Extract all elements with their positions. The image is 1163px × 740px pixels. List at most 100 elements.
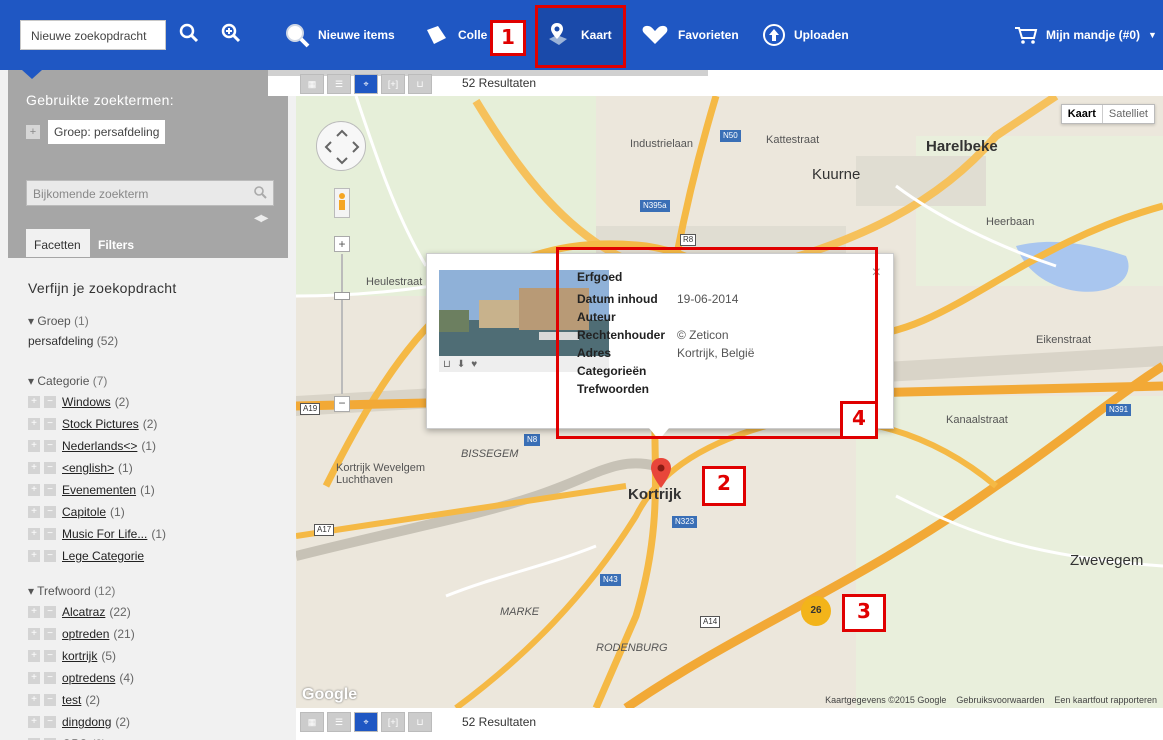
facet-item-count: (21) — [113, 627, 135, 641]
tab-filters[interactable]: Filters — [98, 238, 134, 252]
heart-icon[interactable]: ♥ — [471, 359, 477, 370]
exclude-facet-icon[interactable]: − — [44, 484, 56, 496]
facet-item-link[interactable]: Windows — [62, 395, 111, 409]
nav-collections[interactable]: Colle — [424, 22, 487, 48]
facet-group-count: (12) — [94, 584, 116, 598]
exclude-facet-icon[interactable]: − — [44, 606, 56, 618]
facet-item-link[interactable]: kortrijk — [62, 649, 97, 663]
exclude-facet-icon[interactable]: − — [44, 396, 56, 408]
exclude-facet-icon[interactable]: − — [44, 528, 56, 540]
include-facet-icon[interactable]: + — [28, 716, 40, 728]
facet-group-heading[interactable]: ▾ Trefwoord (12) — [28, 584, 115, 598]
include-facet-icon[interactable]: + — [28, 628, 40, 640]
nav-new-items[interactable]: Nieuwe items — [284, 22, 395, 48]
place-label-rodenburg: RODENBURG — [596, 642, 668, 654]
remove-term-icon[interactable]: + — [26, 125, 40, 139]
facet-item-link[interactable]: Alcatraz — [62, 605, 105, 619]
map-type-satellite-button[interactable]: Satelliet — [1101, 105, 1154, 123]
nav-upload[interactable]: Uploaden — [762, 22, 849, 48]
map-marker-cluster[interactable]: 26 — [801, 596, 831, 626]
include-facet-icon[interactable]: + — [28, 418, 40, 430]
facet-item-link[interactable]: Nederlands<> — [62, 439, 137, 453]
include-facet-icon[interactable]: + — [28, 650, 40, 662]
facet-item-link[interactable]: Music For Life... — [62, 527, 147, 541]
grid-view-icon[interactable]: ▦ — [300, 712, 324, 732]
facet-item-link[interactable]: Stock Pictures — [62, 417, 139, 431]
facet-item: + − Evenementen (1) — [28, 482, 155, 498]
include-facet-icon[interactable]: + — [28, 528, 40, 540]
cart-view-icon[interactable]: ⊔ — [408, 712, 432, 732]
street-label-heulestraat: Heulestraat — [366, 276, 423, 288]
include-facet-icon[interactable]: + — [28, 550, 40, 562]
pan-control[interactable] — [316, 121, 366, 171]
search-input[interactable]: Nieuwe zoekopdracht — [20, 20, 166, 50]
facet-item-link[interactable]: Capitole — [62, 505, 106, 519]
facet-item-link[interactable]: optredens — [62, 671, 115, 685]
street-view-pegman-icon[interactable] — [334, 188, 350, 218]
include-facet-icon[interactable]: + — [28, 440, 40, 452]
exclude-facet-icon[interactable]: − — [44, 672, 56, 684]
include-facet-icon[interactable]: + — [28, 606, 40, 618]
map-report-link[interactable]: Een kaartfout rapporteren — [1054, 695, 1157, 705]
map-view-icon[interactable]: ⌖ — [354, 712, 378, 732]
tab-facets[interactable]: Facetten — [26, 229, 90, 257]
zoom-in-button[interactable]: + — [334, 236, 350, 252]
exclude-facet-icon[interactable]: − — [44, 628, 56, 640]
facet-item-link[interactable]: test — [62, 693, 81, 707]
advanced-search-icon[interactable] — [220, 22, 242, 47]
zoom-out-button[interactable]: − — [334, 396, 350, 412]
exclude-facet-icon[interactable]: − — [44, 462, 56, 474]
exclude-facet-icon[interactable]: − — [44, 694, 56, 706]
include-facet-icon[interactable]: + — [28, 396, 40, 408]
exclude-facet-icon[interactable]: − — [44, 506, 56, 518]
download-icon[interactable]: ⬇ — [457, 359, 465, 370]
include-facet-icon[interactable]: + — [28, 694, 40, 706]
facet-item: + − test (2) — [28, 692, 100, 708]
collapse-arrows-icon[interactable]: ◀▶ — [254, 213, 268, 224]
cart-icon[interactable]: ⊔ — [443, 359, 451, 370]
exclude-facet-icon[interactable]: − — [44, 650, 56, 662]
search-icon[interactable] — [253, 185, 267, 199]
list-view-icon[interactable]: ☰ — [327, 712, 351, 732]
exclude-facet-icon[interactable]: − — [44, 440, 56, 452]
exclude-facet-icon[interactable]: − — [44, 418, 56, 430]
facet-item-count: (4) — [119, 671, 135, 685]
include-facet-icon[interactable]: + — [28, 672, 40, 684]
facet-item: + − optreden (21) — [28, 626, 135, 642]
include-facet-icon[interactable]: + — [28, 506, 40, 518]
facet-item: + − Stock Pictures (2) — [28, 416, 157, 432]
fullscreen-view-icon[interactable]: [+] — [381, 74, 405, 94]
zoom-slider-handle[interactable] — [334, 292, 350, 300]
grid-view-icon[interactable]: ▦ — [300, 74, 324, 94]
map-marker-pin-icon[interactable] — [651, 458, 671, 491]
used-term-chip[interactable]: + Groep: persafdeling — [26, 120, 166, 144]
extra-search-input[interactable]: Bijkomende zoekterm — [26, 180, 274, 206]
exclude-facet-icon[interactable]: − — [44, 716, 56, 728]
map-terms-link[interactable]: Gebruiksvoorwaarden — [956, 695, 1044, 705]
facet-value[interactable]: persafdeling (52) — [28, 334, 118, 348]
facet-item-link[interactable]: Evenementen — [62, 483, 136, 497]
cart-menu[interactable]: Mijn mandje (#0) ▼ — [1014, 22, 1157, 48]
facet-group-heading[interactable]: ▾ Categorie (7) — [28, 374, 107, 388]
facet-item-link[interactable]: optreden — [62, 627, 109, 641]
facet-item-link[interactable]: <english> — [62, 461, 114, 475]
facet-item-count: (5) — [101, 649, 117, 663]
exclude-facet-icon[interactable]: − — [44, 550, 56, 562]
facet-item-link[interactable]: dingdong — [62, 715, 111, 729]
zoom-slider-track[interactable] — [341, 254, 343, 394]
list-view-icon[interactable]: ☰ — [327, 74, 351, 94]
search-icon[interactable] — [178, 22, 200, 47]
include-facet-icon[interactable]: + — [28, 484, 40, 496]
fullscreen-view-icon[interactable]: [+] — [381, 712, 405, 732]
facet-group-title: Trefwoord — [37, 584, 91, 598]
cart-view-icon[interactable]: ⊔ — [408, 74, 432, 94]
nav-favorites[interactable]: Favorieten — [640, 22, 739, 48]
include-facet-icon[interactable]: + — [28, 462, 40, 474]
facet-item-link[interactable]: Lege Categorie — [62, 549, 144, 563]
map-type-map-button[interactable]: Kaart — [1062, 105, 1102, 123]
map-view-icon[interactable]: ⌖ — [354, 74, 378, 94]
facet-group-heading[interactable]: ▾ Groep (1) — [28, 314, 89, 328]
facet-item-count: (1) — [141, 439, 157, 453]
upload-icon — [763, 24, 785, 46]
nav-map[interactable]: Kaart — [545, 22, 612, 48]
